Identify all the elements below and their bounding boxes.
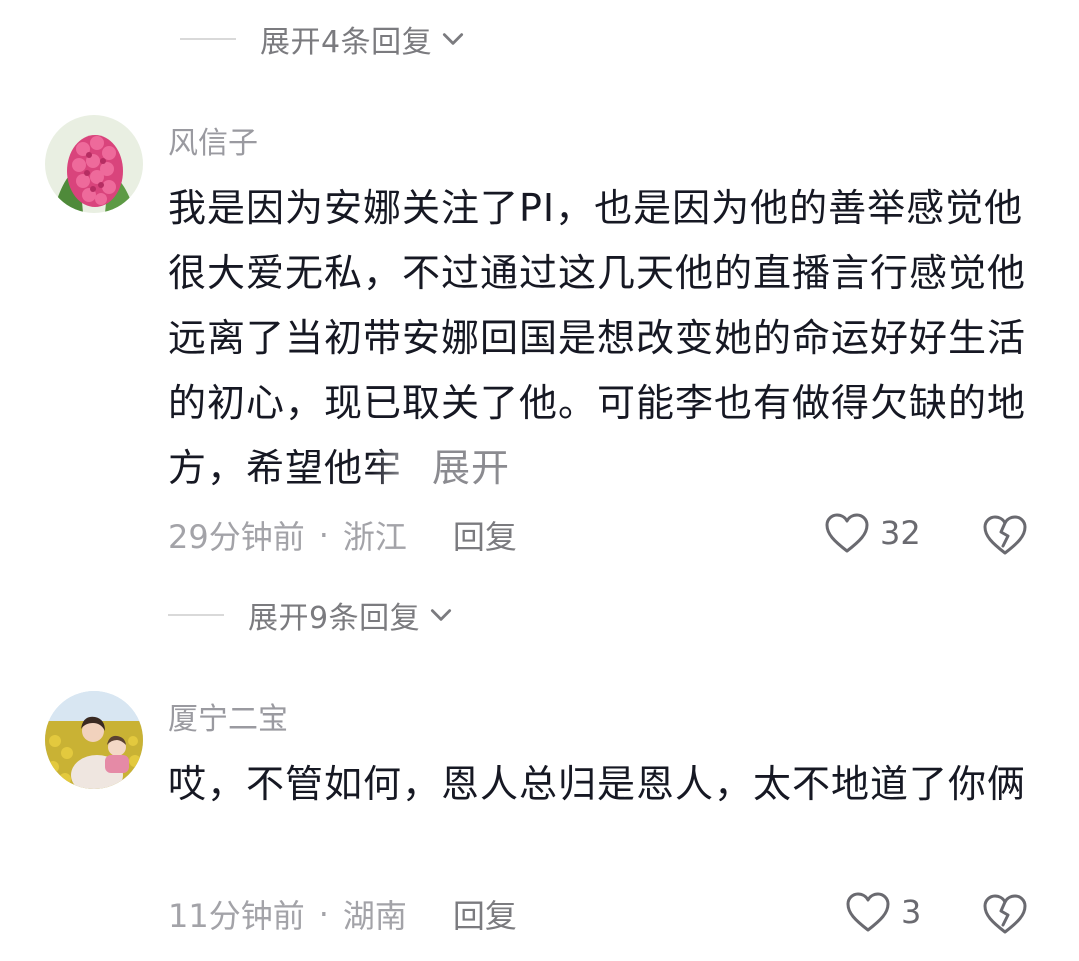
- chevron-down-icon: [443, 33, 464, 45]
- chevron-down-icon: [431, 609, 452, 621]
- expand-replies-comment-1[interactable]: 展开9条回复: [168, 590, 454, 640]
- expand-text-link[interactable]: 展开: [432, 446, 510, 490]
- timestamp: 29分钟前: [168, 518, 305, 556]
- avatar[interactable]: [45, 691, 143, 789]
- username[interactable]: 风信子: [168, 118, 258, 162]
- fade-overlay: [372, 451, 433, 490]
- dislike-button[interactable]: [982, 514, 1028, 560]
- expand-replies-label: 展开9条回复: [248, 601, 421, 636]
- divider-line: [180, 38, 236, 40]
- hyacinth-avatar-image: [45, 115, 143, 213]
- avatar[interactable]: [45, 115, 143, 213]
- comment-body: 我是因为安娜关注了PI，也是因为他的善举感觉他很大爱无私，不过通过这几天他的直播…: [168, 186, 1027, 490]
- separator: ·: [318, 895, 329, 933]
- comment-meta: 29分钟前 · 浙江 回复: [168, 512, 517, 558]
- like-count: 32: [880, 514, 921, 552]
- location: 浙江: [342, 518, 407, 556]
- family-avatar-image: [45, 691, 143, 789]
- reply-button[interactable]: 回复: [453, 891, 517, 937]
- comment-text: 我是因为安娜关注了PI，也是因为他的善举感觉他很大爱无私，不过通过这几天他的直播…: [168, 176, 1038, 501]
- dislike-button[interactable]: [982, 893, 1028, 939]
- divider-line: [168, 614, 224, 616]
- like-button[interactable]: 32: [824, 512, 921, 554]
- heart-outline-icon: [825, 513, 869, 553]
- expand-replies-top[interactable]: 展开4条回复: [180, 14, 466, 64]
- expand-replies-label: 展开4条回复: [260, 25, 433, 60]
- comment-text: 哎，不管如何，恩人总归是恩人，太不地道了你俩: [168, 752, 1038, 817]
- heart-outline-icon: [846, 892, 890, 932]
- username[interactable]: 厦宁二宝: [168, 694, 288, 738]
- broken-heart-icon: [983, 515, 1027, 555]
- separator: ·: [318, 516, 329, 554]
- like-button[interactable]: 3: [845, 891, 921, 933]
- comment-meta: 11分钟前 · 湖南 回复: [168, 891, 517, 937]
- reply-button[interactable]: 回复: [453, 512, 517, 558]
- comment-body: 哎，不管如何，恩人总归是恩人，太不地道了你俩: [168, 762, 1027, 806]
- timestamp: 11分钟前: [168, 897, 305, 935]
- location: 湖南: [342, 897, 407, 935]
- broken-heart-icon: [983, 894, 1027, 934]
- like-count: 3: [901, 893, 922, 931]
